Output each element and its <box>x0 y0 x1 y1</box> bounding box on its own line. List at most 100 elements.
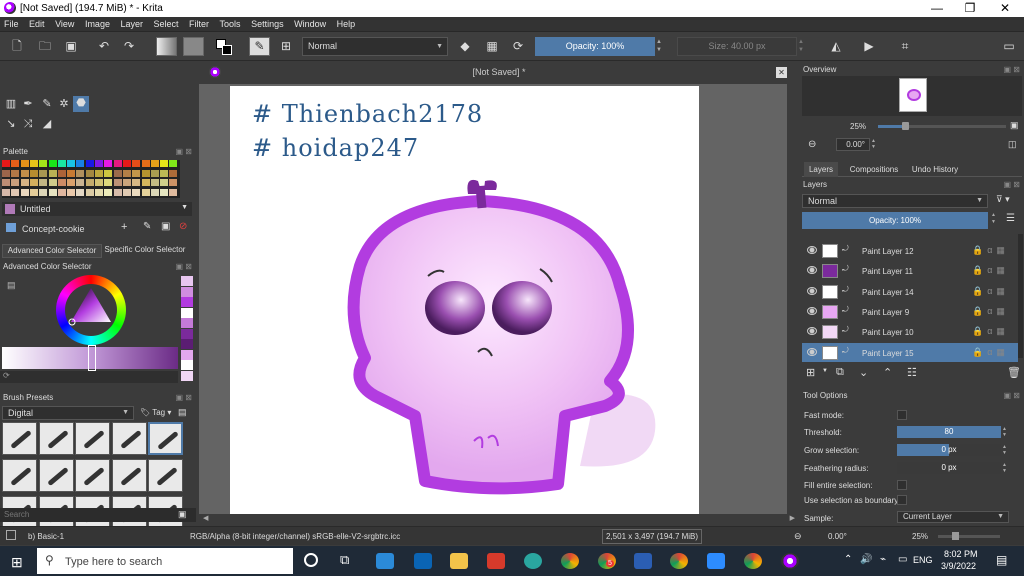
color-history-swatch[interactable] <box>181 318 193 328</box>
palette-swatch[interactable] <box>150 160 159 167</box>
duplicate-layer-icon[interactable]: ⧉ <box>836 366 844 379</box>
menu-window[interactable]: Window <box>290 17 330 31</box>
brush-preset-item[interactable] <box>2 459 37 492</box>
palette-swatch[interactable] <box>95 160 103 167</box>
palette-swatch[interactable] <box>122 169 131 177</box>
language-indicator[interactable]: ENG <box>913 555 933 565</box>
brush-preset-item[interactable] <box>38 459 74 492</box>
color-history-swatch[interactable] <box>181 286 193 297</box>
palette-swatch[interactable] <box>39 179 48 186</box>
save-preset-icon[interactable]: ▣ <box>178 509 187 520</box>
palette-swatch[interactable] <box>2 160 10 167</box>
brush-preset-item[interactable] <box>148 459 183 492</box>
palette-swatch[interactable] <box>39 160 48 167</box>
palette-swatch[interactable] <box>104 169 113 177</box>
color-history-strip[interactable] <box>181 276 193 382</box>
scroll-left-icon[interactable]: ◀ <box>203 514 208 522</box>
brush-preset-item[interactable] <box>2 422 37 455</box>
network-icon[interactable]: ⌁ <box>880 554 886 565</box>
palette-swatch[interactable] <box>150 169 159 177</box>
close-window-button[interactable]: ✕ <box>988 1 1022 15</box>
delete-palette-icon[interactable]: ⊘ <box>179 221 187 232</box>
palette-swatch[interactable] <box>160 160 169 167</box>
palette-swatch[interactable] <box>132 160 141 167</box>
clock-date[interactable]: 3/9/2022 <box>941 561 976 571</box>
opacity-slider[interactable]: Opacity: 100% <box>535 37 655 56</box>
palette-swatch[interactable] <box>57 160 66 167</box>
palette-swatch[interactable] <box>132 188 141 196</box>
task-view-icon[interactable]: ⧉ <box>340 552 349 568</box>
use-selection-boundary-checkbox[interactable] <box>897 495 907 505</box>
bezier-tool-icon[interactable]: ↘ <box>4 117 18 131</box>
background-color-swatch[interactable] <box>222 45 232 55</box>
palette-swatch[interactable] <box>85 160 94 167</box>
menu-tools[interactable]: Tools <box>216 17 245 31</box>
chrome-extra-icon[interactable] <box>744 553 762 569</box>
zoom-icon[interactable] <box>707 553 725 569</box>
color-history-swatch[interactable] <box>181 328 193 339</box>
palette-swatch[interactable] <box>48 179 57 186</box>
palette-swatch[interactable] <box>169 169 178 177</box>
gradient-selector[interactable] <box>156 37 177 56</box>
tab-compositions[interactable]: Compositions <box>846 162 902 177</box>
save-palette-icon[interactable]: ▣ <box>161 221 170 232</box>
horizontal-scrollbar[interactable]: ◀ ▶ <box>199 514 799 524</box>
measure-tool-icon[interactable]: ◢ <box>40 117 54 131</box>
palette-swatch[interactable] <box>122 160 131 167</box>
layer-row[interactable]: ⤾ Paint Layer 10 🔒α▦ <box>802 322 1018 342</box>
dock-toggle-icon[interactable]: ▭ <box>1002 39 1016 53</box>
palette-swatch[interactable] <box>141 179 150 186</box>
palette-swatch[interactable] <box>57 188 66 196</box>
menu-help[interactable]: Help <box>333 17 360 31</box>
palette-swatch[interactable] <box>150 179 159 186</box>
mirror-vertical-icon[interactable]: ▶ <box>862 39 876 53</box>
visibility-eye-icon[interactable] <box>807 306 817 315</box>
palette-swatch[interactable] <box>76 169 85 177</box>
layer-row[interactable]: ⤾ Paint Layer 14 🔒α▦ <box>802 282 1018 302</box>
color-history-swatch[interactable] <box>181 360 193 370</box>
layer-lock-alpha-icons[interactable]: 🔒α▦ <box>972 265 1009 276</box>
layer-lock-alpha-icons[interactable]: 🔒α▦ <box>972 245 1009 256</box>
palette-swatch[interactable] <box>141 169 150 177</box>
open-folder-icon[interactable]: 🗀 <box>38 39 52 53</box>
tab-layers[interactable]: Layers <box>804 162 838 177</box>
scroll-right-icon[interactable]: ▶ <box>790 514 795 522</box>
layer-blend-dropdown[interactable]: Normal ▼ <box>802 194 988 208</box>
visibility-eye-icon[interactable] <box>807 266 817 275</box>
overview-fit-icon[interactable]: ▣ <box>1010 120 1019 131</box>
threshold-slider[interactable]: 80 <box>897 426 1001 438</box>
palette-entry-row[interactable]: Concept-cookie + ✎ ▣ ⊘ <box>2 220 192 236</box>
smart-patch-icon[interactable]: ✎ <box>40 97 54 111</box>
brush-view-icon[interactable]: ▤ <box>178 407 187 418</box>
saturation-triangle[interactable] <box>67 286 115 334</box>
palette-swatch[interactable] <box>113 160 122 167</box>
palette-swatch[interactable] <box>29 160 38 167</box>
menu-edit[interactable]: Edit <box>25 17 49 31</box>
layer-list-scrollbar[interactable] <box>1018 234 1023 358</box>
document-tab[interactable]: [Not Saved] * ✕ <box>199 62 799 84</box>
palette-swatch[interactable] <box>11 169 20 177</box>
visibility-eye-icon[interactable] <box>807 327 817 336</box>
menu-view[interactable]: View <box>51 17 78 31</box>
palette-swatch[interactable] <box>113 179 122 186</box>
palette-swatch[interactable] <box>20 160 29 167</box>
color-history-swatch[interactable] <box>181 297 193 307</box>
palette-swatch[interactable] <box>48 188 57 196</box>
palette-swatch[interactable] <box>113 188 122 196</box>
redo-icon[interactable]: ↷ <box>122 39 136 53</box>
store-icon[interactable] <box>376 553 394 569</box>
chevron-down-icon[interactable]: ▼ <box>822 368 828 374</box>
palette-swatch[interactable] <box>76 179 85 186</box>
grow-selection-slider[interactable]: 0 px <box>897 444 1001 456</box>
action-center-icon[interactable]: ▤ <box>996 553 1007 567</box>
palette-swatch[interactable] <box>2 179 10 186</box>
tag-button[interactable]: 🏷 Tag ▾ <box>140 406 174 420</box>
brush-tag-filter[interactable]: Digital ▼ <box>2 406 134 420</box>
chrome-icon[interactable] <box>561 553 579 569</box>
dock-float-close-icons[interactable]: ▣ ⊠ <box>176 146 192 158</box>
brush-preset-item[interactable] <box>148 422 183 455</box>
layer-row[interactable]: ⤾ Paint Layer 12 🔒α▦ <box>802 241 1018 261</box>
size-spin-arrows[interactable]: ▲ ▼ <box>798 38 804 54</box>
palette-swatch[interactable] <box>122 188 131 196</box>
palette-swatch[interactable] <box>29 169 38 177</box>
